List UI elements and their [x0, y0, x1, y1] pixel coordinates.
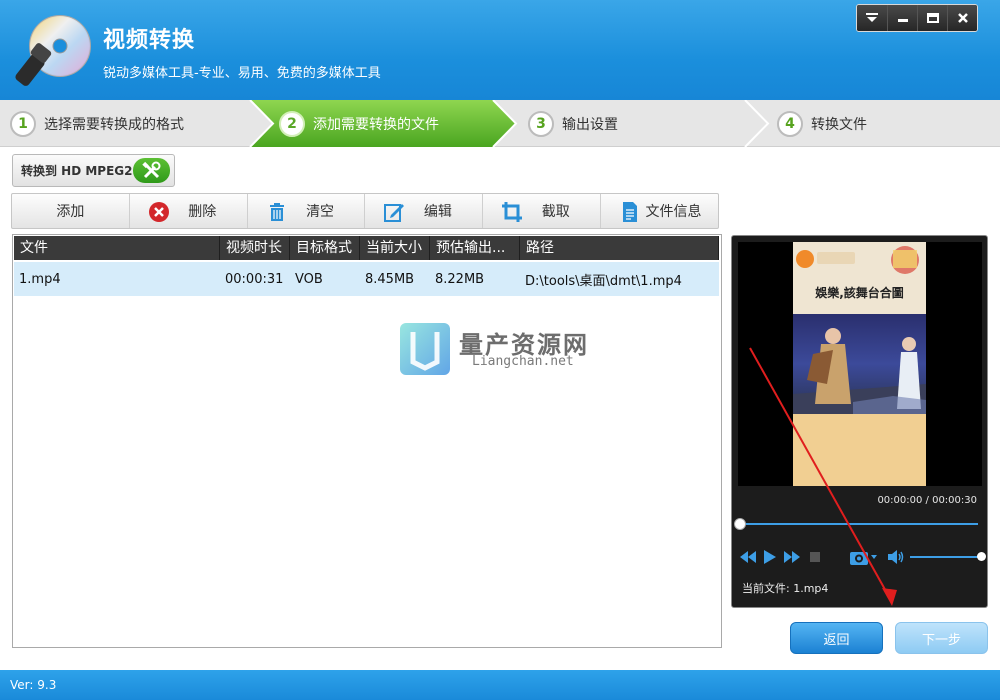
- column-header-file[interactable]: 文件: [14, 236, 220, 260]
- close-icon: [957, 13, 968, 23]
- delete-label: 删除: [188, 204, 217, 220]
- crop-icon: [502, 202, 523, 222]
- column-header-size[interactable]: 当前大小: [360, 236, 430, 260]
- close-button[interactable]: [947, 5, 977, 31]
- watermark-logo-icon: [400, 323, 450, 375]
- frame-scene: [793, 314, 926, 414]
- status-bar: Ver: 9.3: [0, 670, 1000, 700]
- cell-format: VOB: [295, 271, 323, 287]
- delete-icon: [148, 202, 169, 222]
- steps-bar: 1 选择需要转换成的格式 2 添加需要转换的文件 3 输出设置 4 转换文件: [0, 100, 1000, 147]
- snapshot-button[interactable]: [850, 548, 878, 566]
- delete-button[interactable]: 删除: [128, 194, 247, 228]
- camera-icon: [850, 552, 877, 565]
- add-label: 添加: [56, 204, 85, 220]
- volume-icon: [888, 550, 904, 564]
- edit-label: 编辑: [423, 204, 452, 220]
- app-logo-icon: [15, 15, 91, 86]
- frame-footer: [793, 414, 926, 486]
- crop-button[interactable]: 截取: [482, 194, 600, 228]
- back-button[interactable]: 返回: [790, 622, 883, 654]
- file-toolbar: 添加 删除 清空 编辑 截取 文件信息: [11, 193, 719, 229]
- convert-target-button[interactable]: 转换到 HD MPEG2: [12, 154, 175, 187]
- crop-label: 截取: [541, 204, 570, 220]
- preview-panel: 娛樂,該舞台合圖 00:00:00 / 00:00:30 当前文件: 1.mp4: [731, 235, 988, 608]
- file-list[interactable]: 文件 视频时长 目标格式 当前大小 预估输出... 路径 1.mp4 00:00…: [12, 234, 722, 648]
- clear-label: 清空: [306, 204, 335, 220]
- video-caption: 娛樂,該舞台合圖: [815, 286, 904, 300]
- step-label: 选择需要转换成的格式: [44, 116, 184, 133]
- file-info-label: 文件信息: [645, 204, 702, 220]
- cell-file: 1.mp4: [19, 271, 61, 287]
- edit-icon: [384, 204, 405, 222]
- rewind-icon: [740, 551, 756, 563]
- watermark-url: Liangchan.net: [472, 354, 574, 369]
- step-label: 转换文件: [811, 116, 867, 133]
- timecode: 00:00:00 / 00:00:30: [877, 495, 977, 506]
- rewind-button[interactable]: [740, 548, 756, 566]
- add-button[interactable]: 添加: [12, 194, 129, 228]
- watermark: 量产资源网 Liangchan.net: [399, 322, 609, 378]
- version-label: Ver: 9.3: [10, 678, 57, 692]
- video-preview[interactable]: 娛樂,該舞台合圖: [738, 242, 982, 486]
- video-frame: 娛樂,該舞台合圖: [793, 242, 926, 486]
- trash-icon: [269, 203, 284, 221]
- cell-path: D:\tools\桌面\dmt\1.mp4: [525, 273, 682, 289]
- column-header-output[interactable]: 预估输出...: [430, 236, 520, 260]
- table-header: 文件 视频时长 目标格式 当前大小 预估输出... 路径: [14, 236, 719, 260]
- step-4[interactable]: 4 转换文件: [777, 100, 867, 147]
- app-title: 视频转换: [103, 28, 196, 53]
- stop-icon: [810, 552, 820, 562]
- cell-duration: 00:00:31: [225, 271, 284, 287]
- title-bar: 视频转换 锐动多媒体工具-专业、易用、免费的多媒体工具: [0, 0, 1000, 100]
- volume-knob[interactable]: [977, 552, 986, 561]
- forward-button[interactable]: [784, 548, 800, 566]
- volume-button[interactable]: [888, 548, 904, 566]
- cell-output: 8.22MB: [435, 271, 485, 287]
- step-label: 添加需要转换的文件: [313, 116, 439, 133]
- frame-header: [793, 242, 926, 314]
- current-file-label: 当前文件: 1.mp4: [742, 582, 829, 595]
- play-button[interactable]: [764, 548, 776, 566]
- step-number: 4: [777, 110, 803, 137]
- seek-bar[interactable]: [743, 523, 978, 525]
- menu-button[interactable]: [857, 5, 887, 31]
- maximize-icon: [926, 13, 939, 23]
- play-icon: [764, 550, 776, 564]
- step-3[interactable]: 3 输出设置: [528, 100, 618, 147]
- table-row[interactable]: 1.mp4 00:00:31 VOB 8.45MB 8.22MB D:\tool…: [14, 262, 719, 296]
- step-number: 2: [279, 110, 305, 137]
- next-button[interactable]: 下一步: [895, 622, 988, 654]
- file-info-icon: [623, 202, 638, 222]
- stop-button[interactable]: [810, 548, 820, 566]
- fast-forward-icon: [784, 551, 800, 563]
- menu-icon: [866, 13, 878, 22]
- tools-icon[interactable]: [133, 158, 170, 183]
- minimize-icon: [897, 19, 908, 22]
- step-2[interactable]: 2 添加需要转换的文件: [279, 100, 439, 147]
- step-label: 输出设置: [562, 116, 618, 133]
- step-number: 1: [10, 110, 36, 137]
- volume-slider[interactable]: [910, 556, 980, 558]
- window-controls: [856, 4, 978, 32]
- frame-logos: [796, 246, 919, 274]
- playback-controls: [740, 548, 986, 566]
- app-subtitle: 锐动多媒体工具-专业、易用、免费的多媒体工具: [103, 66, 381, 81]
- maximize-button[interactable]: [917, 5, 947, 31]
- column-header-format[interactable]: 目标格式: [290, 236, 360, 260]
- file-info-button[interactable]: 文件信息: [600, 194, 718, 228]
- step-number: 3: [528, 110, 554, 137]
- column-header-path[interactable]: 路径: [520, 236, 719, 260]
- convert-target-label: 转换到 HD MPEG2: [21, 164, 133, 178]
- cell-size: 8.45MB: [365, 271, 415, 287]
- seek-knob[interactable]: [734, 518, 746, 530]
- edit-button[interactable]: 编辑: [364, 194, 482, 228]
- clear-button[interactable]: 清空: [246, 194, 365, 228]
- minimize-button[interactable]: [887, 5, 917, 31]
- step-1[interactable]: 1 选择需要转换成的格式: [10, 100, 184, 147]
- column-header-duration[interactable]: 视频时长: [220, 236, 290, 260]
